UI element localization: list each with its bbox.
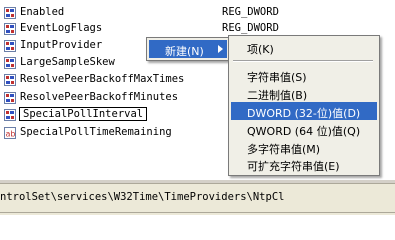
value-type: REG_DWORD — [222, 6, 279, 18]
menu-item-new[interactable]: 新建(N) — [149, 40, 227, 58]
reg-binary-icon — [4, 57, 16, 69]
menu-item-label: 可扩充字符串值(E) — [247, 160, 340, 173]
menu-item-new-label: 新建(N) — [165, 45, 204, 58]
reg-string-icon: ab — [4, 127, 16, 139]
menu-item-binary-value[interactable]: 二进制值(B) — [231, 84, 377, 102]
value-name: SpecialPollTimeRemaining — [20, 126, 172, 138]
value-name: LargeSampleSkew — [20, 56, 115, 68]
menu-item-label: QWORD (64 位)值(Q) — [247, 125, 361, 138]
new-submenu: 项(K) 字符串值(S) 二进制值(B) DWORD (32-位)值(D) QW… — [228, 35, 380, 176]
menu-item-label: DWORD (32-位)值(D) — [247, 107, 361, 120]
reg-binary-icon — [4, 40, 16, 52]
registry-editor-window: Enabled REG_DWORD EventLogFlags REG_DWOR… — [0, 0, 395, 215]
value-name: ResolvePeerBackoffMinutes — [20, 91, 179, 103]
value-name: EventLogFlags — [20, 22, 103, 34]
submenu-arrow-icon — [218, 45, 223, 53]
menu-item-string-value[interactable]: 字符串值(S) — [231, 66, 377, 84]
menu-item-label: 项(K) — [247, 43, 274, 56]
status-divider — [0, 212, 395, 213]
value-type: REG_DWORD — [222, 22, 279, 34]
menu-item-label: 字符串值(S) — [247, 71, 307, 84]
reg-binary-icon — [4, 74, 16, 86]
value-name: InputProvider — [20, 39, 103, 51]
reg-binary-icon — [4, 109, 16, 121]
menu-separator — [233, 60, 373, 62]
menu-item-label: 二进制值(B) — [247, 89, 308, 102]
value-name: ResolvePeerBackoffMaxTimes — [20, 73, 185, 85]
context-menu: 新建(N) — [146, 37, 230, 61]
menu-item-expandable-string-value[interactable]: 可扩充字符串值(E) — [231, 155, 377, 173]
reg-binary-icon — [4, 92, 16, 104]
menu-item-qword-value[interactable]: QWORD (64 位)值(Q) — [231, 120, 377, 138]
menu-item-dword-value[interactable]: DWORD (32-位)值(D) — [231, 102, 377, 120]
menu-item-key[interactable]: 项(K) — [231, 38, 377, 56]
menu-item-multi-string-value[interactable]: 多字符串值(M) — [231, 138, 377, 156]
status-bar: ntrolSet\services\W32Time\TimeProviders\… — [0, 183, 395, 215]
reg-binary-icon — [4, 23, 16, 35]
reg-binary-icon — [4, 7, 16, 19]
value-name-edit-box[interactable]: SpecialPollInterval — [19, 107, 148, 121]
registry-key-path: ntrolSet\services\W32Time\TimeProviders\… — [0, 191, 285, 203]
value-name: Enabled — [20, 6, 65, 18]
svg-text:ab: ab — [6, 130, 16, 139]
